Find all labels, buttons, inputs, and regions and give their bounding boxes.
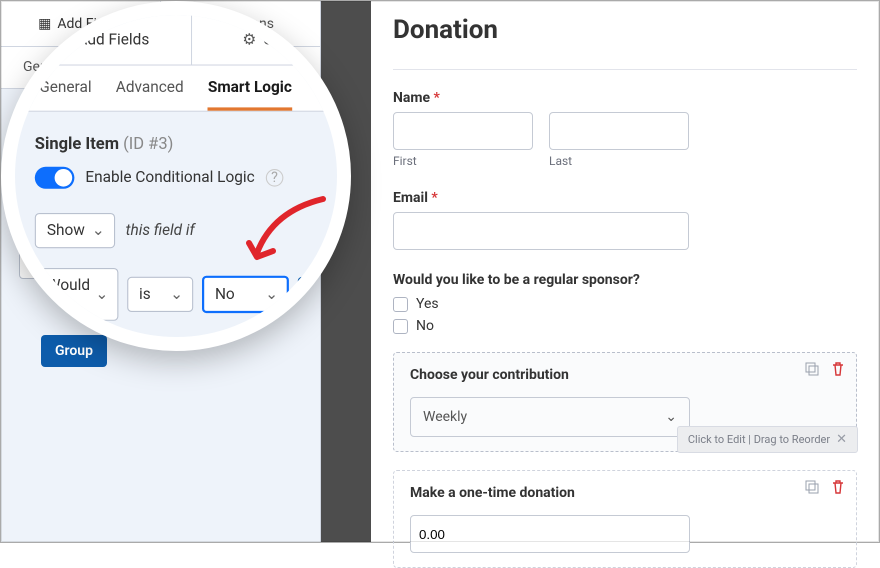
one-time-label: Make a one-time donation	[410, 485, 840, 501]
contribution-select[interactable]: Weekly ⌄	[410, 397, 690, 437]
contribution-field-card[interactable]: Choose your contribution Weekly ⌄ Click …	[393, 352, 857, 452]
tab-advanced[interactable]: Advanced	[116, 79, 184, 111]
rule-operator-select[interactable]: is ⌄	[127, 277, 193, 312]
sponsor-question-label: Would you like to be a regular sponsor?	[393, 272, 857, 288]
chevron-down-icon: ⌄	[665, 409, 677, 425]
one-time-amount-input[interactable]	[410, 515, 690, 553]
name-label: Name *	[393, 90, 857, 106]
rule-field-select[interactable]: Would ... ⌄	[35, 268, 118, 321]
rule-suffix-text: this field if	[126, 222, 195, 240]
duplicate-icon[interactable]	[804, 361, 820, 377]
sponsor-yes-label: Yes	[416, 296, 439, 312]
action-select[interactable]: Show ⌄	[35, 213, 115, 248]
sponsor-no-checkbox[interactable]	[393, 319, 408, 334]
tab-general[interactable]: General	[39, 79, 91, 111]
email-input[interactable]	[393, 212, 689, 250]
one-time-field-card[interactable]: Make a one-time donation	[393, 470, 857, 568]
delete-icon[interactable]	[830, 479, 846, 495]
grid-icon: ▦	[56, 31, 71, 49]
edit-reorder-hint: Click to Edit | Drag to Reorder ✕	[677, 426, 858, 453]
field-header: Single Item (ID #3)	[15, 112, 351, 163]
divider	[393, 69, 857, 70]
chevron-down-icon: ⌄	[170, 286, 183, 304]
email-label: Email *	[393, 190, 857, 206]
duplicate-icon[interactable]	[804, 479, 820, 495]
annotation-arrow	[243, 193, 333, 273]
contribution-label: Choose your contribution	[410, 367, 840, 383]
tab-smart-logic[interactable]: Smart Logic	[208, 79, 292, 111]
group-button[interactable]: Group	[41, 335, 107, 367]
last-name-input[interactable]	[549, 112, 689, 150]
chevron-down-icon: ⌄	[265, 286, 278, 304]
tab-add-fields[interactable]: ▦ Add Fields	[15, 15, 192, 65]
enable-conditional-label: Enable Conditional Logic	[85, 169, 254, 187]
tab-options[interactable]: ⚙ Options	[192, 15, 351, 65]
rule-value-select[interactable]: No ⌄	[202, 276, 289, 313]
first-sublabel: First	[393, 154, 533, 168]
close-icon[interactable]: ✕	[836, 432, 847, 447]
enable-conditional-toggle[interactable]	[35, 167, 75, 189]
chevron-down-icon: ⌄	[92, 222, 105, 240]
magnifier-lens: ▦ Add Fields ⚙ Options General Advanced …	[1, 1, 351, 351]
chevron-down-icon: ⌄	[95, 286, 108, 304]
last-sublabel: Last	[549, 154, 689, 168]
first-name-input[interactable]	[393, 112, 533, 150]
sliders-icon: ⚙	[242, 31, 256, 49]
form-title: Donation	[393, 15, 857, 45]
delete-icon[interactable]	[830, 361, 846, 377]
sponsor-no-label: No	[416, 318, 434, 334]
sponsor-yes-checkbox[interactable]	[393, 297, 408, 312]
help-icon[interactable]: ?	[266, 169, 284, 187]
form-preview: Donation Name * First Last Email * Would…	[371, 1, 879, 542]
